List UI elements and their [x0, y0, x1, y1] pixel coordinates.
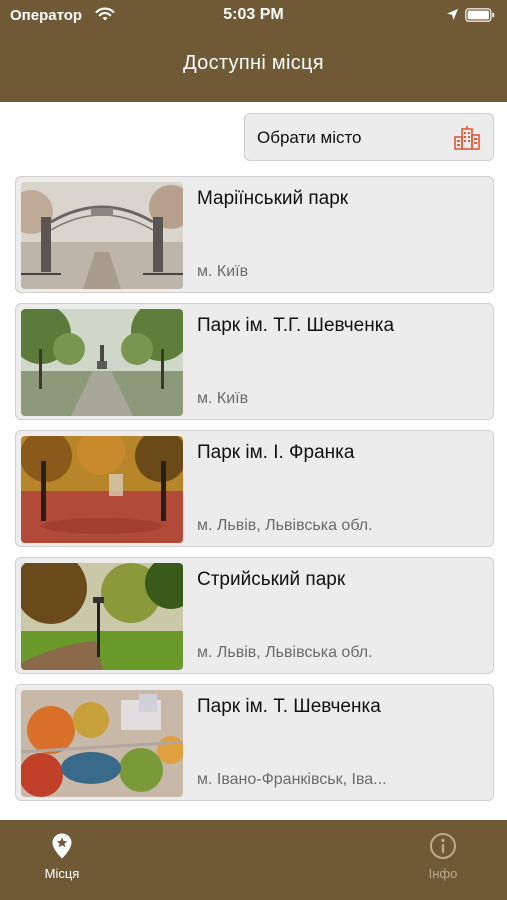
place-title: Маріїнський парк: [197, 188, 349, 209]
place-title: Парк ім. І. Франка: [197, 442, 355, 463]
place-photo: [21, 182, 183, 289]
place-title: Парк ім. Т. Шевченка: [197, 696, 381, 717]
page-title: Доступні місця: [183, 52, 324, 74]
place-card[interactable]: Парк ім. Т. Шевченка м. Івано-Франківськ…: [15, 684, 494, 801]
place-city: м. Івано-Франківськ, Іва...: [197, 771, 387, 788]
place-city: м. Київ: [197, 263, 249, 280]
place-city: м. Львів, Львівська обл.: [197, 644, 373, 661]
place-card[interactable]: Маріїнський парк м. Київ: [15, 176, 494, 293]
place-city: м. Львів, Львівська обл.: [197, 517, 373, 534]
tab-places-label: Місця: [44, 866, 80, 881]
place-title: Стрийський парк: [197, 569, 346, 590]
tab-info[interactable]: Інфо: [403, 832, 483, 881]
place-card[interactable]: Парк ім. І. Франка м. Львів, Львівська о…: [15, 430, 494, 547]
status-time: 5:03 PM: [223, 6, 284, 23]
city-buildings-icon: [454, 126, 480, 150]
choose-city-label: Обрати місто: [257, 128, 362, 147]
info-circle-icon: [430, 833, 456, 859]
place-photo: [21, 690, 183, 797]
place-photo: [21, 309, 183, 416]
place-card[interactable]: Стрийський парк м. Львів, Львівська обл.: [15, 557, 494, 674]
places-list: Маріїнський парк м. Київ Парк ім. Т.Г. Ш…: [15, 176, 494, 811]
tab-places[interactable]: Місця: [22, 832, 102, 881]
place-city: м. Київ: [197, 390, 249, 407]
place-title: Парк ім. Т.Г. Шевченка: [197, 315, 395, 336]
place-photo: [21, 436, 183, 543]
map-pin-star-icon: [52, 833, 72, 859]
tab-info-label: Інфо: [428, 866, 458, 881]
choose-city-button[interactable]: Обрати місто: [244, 113, 494, 161]
battery-icon: [465, 8, 495, 22]
header: Оператор 5:03 PM Доступні місця: [0, 0, 507, 102]
tab-bar: Місця Інфо: [0, 820, 507, 900]
status-bar: Оператор 5:03 PM: [0, 0, 507, 32]
location-arrow-icon: [447, 9, 458, 20]
place-photo: [21, 563, 183, 670]
place-card[interactable]: Парк ім. Т.Г. Шевченка м. Київ: [15, 303, 494, 420]
